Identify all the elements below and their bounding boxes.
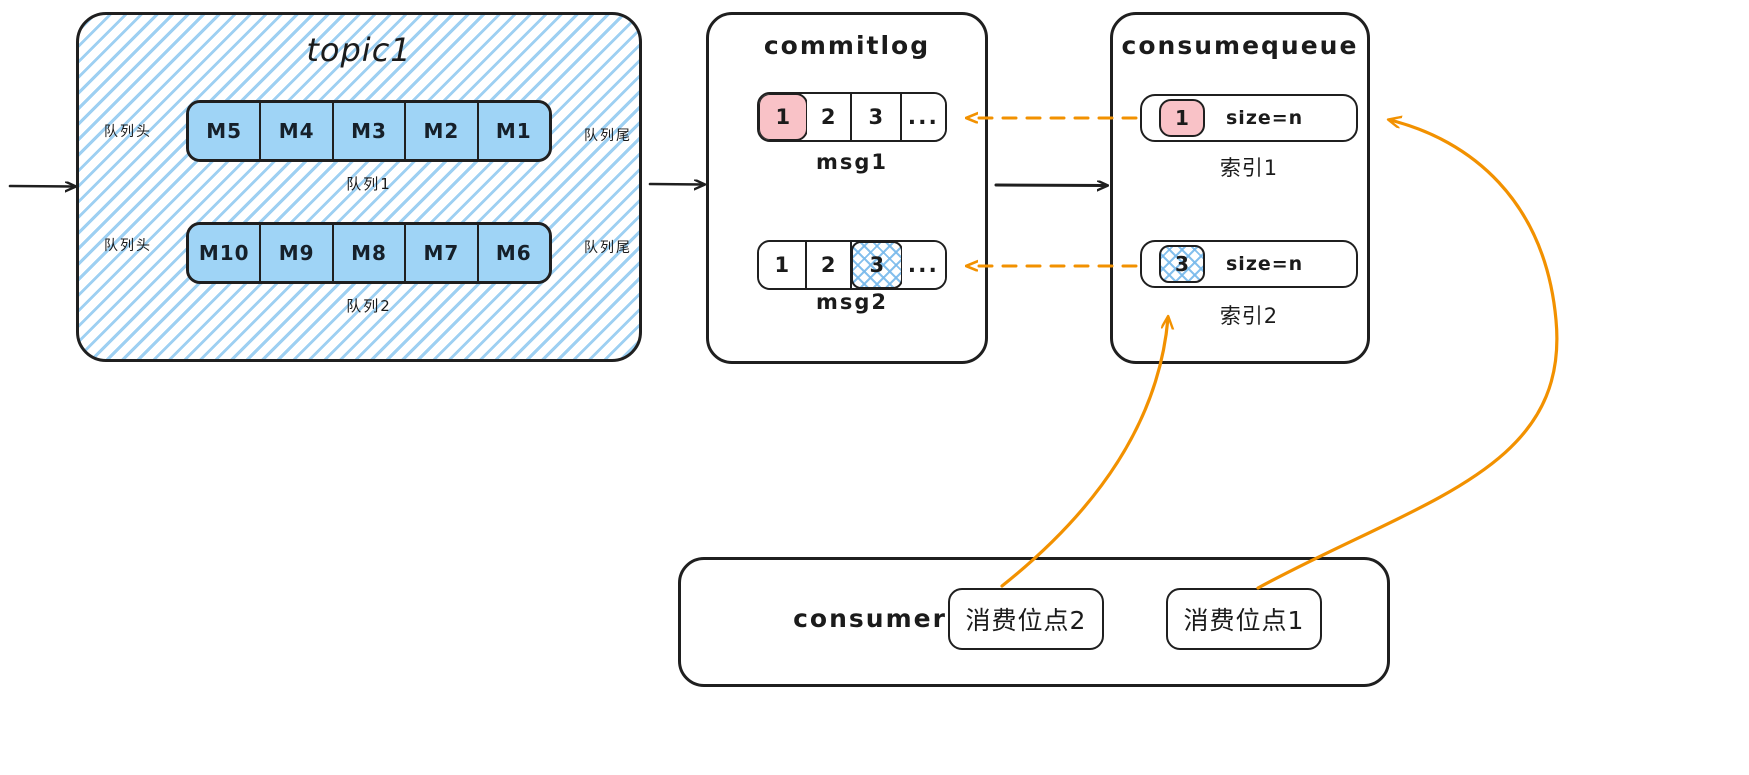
commitlog-title-text: commitlog: [763, 30, 931, 60]
queue-1-label: 队列1: [186, 172, 552, 194]
queue-cell: M8: [333, 225, 407, 281]
queue-cell: M1: [478, 103, 549, 159]
consumequeue-title-text: consumequeue: [1121, 30, 1359, 60]
commitlog-msg1-strip: 1 2 3 ...: [757, 92, 947, 142]
queue-1-head-label: 队列头: [80, 120, 176, 142]
queue-cell: M5: [189, 103, 262, 159]
consumequeue-chip: 1: [1159, 99, 1205, 137]
diagram-canvas: topic1 M5 M4 M3 M2 M1 队列1 队列头 队列尾 M10 M9…: [0, 0, 1749, 775]
consumer-title-text: consumer: [793, 603, 947, 633]
topic-title: topic1: [76, 28, 642, 72]
queue-cell: M3: [333, 103, 407, 159]
queue-1-label-text: 队列1: [346, 174, 392, 193]
consumequeue-index-2-text: 索引2: [1219, 304, 1279, 328]
commitlog-cell: 2: [806, 94, 852, 140]
commitlog-cell: 1: [759, 242, 807, 288]
commitlog-cell-ellipsis: ...: [901, 94, 945, 140]
commitlog-cell: 3: [851, 94, 902, 140]
commitlog-msg2-strip: 1 2 3 ...: [757, 240, 947, 290]
commitlog-title: commitlog: [706, 28, 988, 62]
consumequeue-chip: 3: [1159, 245, 1205, 283]
commitlog-cell-highlight: 3: [850, 242, 903, 288]
queue-1-head-text: 队列头: [104, 124, 152, 140]
queue-2-tail-label: 队列尾: [560, 236, 656, 258]
queue-cell: M6: [478, 225, 549, 281]
queue-2-label-text: 队列2: [346, 296, 392, 315]
consumequeue-index-1-label: 索引1: [1140, 152, 1358, 182]
queue-2-head-label: 队列头: [80, 234, 176, 256]
commitlog-msg1-label: msg1: [757, 148, 947, 176]
commitlog-cell-highlight: 1: [759, 94, 808, 140]
consumer-offset-1-text: 消费位点1: [1183, 606, 1305, 635]
queue-cell: M10: [189, 225, 262, 281]
commitlog-msg2-label: msg2: [757, 288, 947, 316]
consumequeue-index-2-label: 索引2: [1140, 300, 1358, 330]
consumer-offset-2[interactable]: 消费位点2: [948, 588, 1104, 650]
commitlog-msg1-text: msg1: [815, 150, 889, 174]
consumer-offset-2-text: 消费位点2: [965, 606, 1087, 635]
consumequeue-row-2: 3 size=n: [1140, 240, 1358, 288]
queue-cell: M9: [261, 225, 334, 281]
topic-queue-1: M5 M4 M3 M2 M1: [186, 100, 552, 162]
topic-queue-2: M10 M9 M8 M7 M6: [186, 222, 552, 284]
queue-1-tail-label: 队列尾: [560, 124, 656, 146]
queue-cell: M7: [406, 225, 479, 281]
queue-1-tail-text: 队列尾: [584, 128, 632, 144]
queue-cell: M2: [406, 103, 479, 159]
consumequeue-index-1-text: 索引1: [1219, 156, 1279, 180]
queue-cell: M4: [261, 103, 334, 159]
commitlog-msg2-text: msg2: [815, 290, 889, 314]
consumequeue-size-label: size=n: [1226, 253, 1304, 275]
commitlog-cell: 2: [806, 242, 852, 288]
commitlog-to-cq-arrow: [994, 185, 1106, 186]
queue-2-head-text: 队列头: [104, 238, 152, 254]
topic-to-commitlog-arrow: [648, 184, 703, 185]
consumequeue-size-label: size=n: [1226, 107, 1304, 129]
consumer-title: consumer: [790, 600, 950, 636]
consumequeue-title: consumequeue: [1110, 28, 1370, 62]
producer-in-arrow: [8, 186, 74, 187]
queue-2-label: 队列2: [186, 294, 552, 316]
queue-2-tail-text: 队列尾: [584, 240, 632, 256]
topic-title-text: topic1: [306, 31, 412, 69]
consumer-offset-1[interactable]: 消费位点1: [1166, 588, 1322, 650]
commitlog-cell-ellipsis: ...: [901, 242, 945, 288]
consumequeue-row-1: 1 size=n: [1140, 94, 1358, 142]
